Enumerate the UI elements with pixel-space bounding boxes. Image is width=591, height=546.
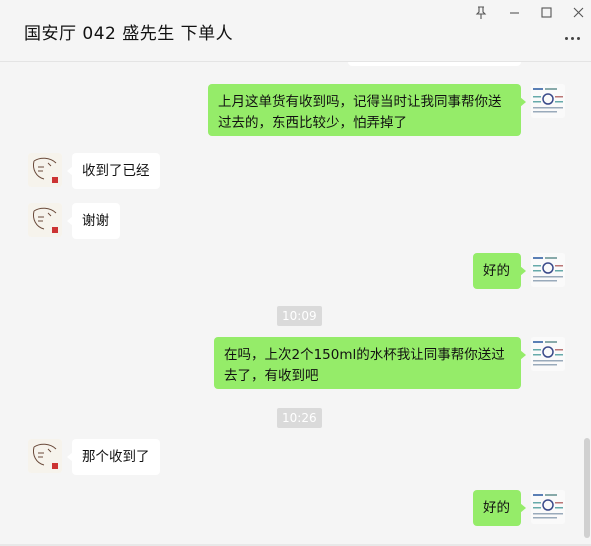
timestamp: 10:26 [277,408,322,428]
my-avatar[interactable] [531,337,565,371]
chat-title: 国安厅 042 盛先生 下单人 [24,24,234,44]
contact-message-bubble[interactable]: 收到了已经 [67,153,160,189]
scrollbar[interactable] [584,438,590,538]
pin-icon[interactable] [469,3,493,21]
my-avatar[interactable] [531,490,565,524]
maximize-icon[interactable] [534,3,558,21]
message-list[interactable]: 上月这单货有收到吗，记得当时让我同事帮你送过去的，东西比较少，怕弄掉了 收到了已… [0,62,591,546]
my-avatar[interactable] [531,253,565,287]
my-message-bubble[interactable]: 上月这单货有收到吗，记得当时让我同事帮你送过去的，东西比较少，怕弄掉了 [208,84,526,136]
close-icon[interactable] [566,3,590,21]
contact-avatar[interactable] [28,153,62,187]
my-avatar[interactable] [531,84,565,118]
contact-avatar[interactable] [28,439,62,473]
my-message-bubble[interactable]: 好的 [473,490,526,526]
contact-message-bubble[interactable]: 那个收到了 [67,439,160,475]
title-bar: 国安厅 042 盛先生 下单人 [0,0,591,62]
previous-message-bubble [348,62,521,66]
contact-message-bubble[interactable]: 谢谢 [67,203,120,239]
contact-avatar[interactable] [28,203,62,237]
minimize-icon[interactable] [502,3,526,21]
my-message-bubble[interactable]: 好的 [473,253,526,289]
my-message-bubble[interactable]: 在吗，上次2个150ml的水杯我让同事帮你送过去了，有收到吧 [214,337,526,389]
timestamp: 10:09 [277,306,322,326]
more-icon[interactable] [561,30,583,46]
